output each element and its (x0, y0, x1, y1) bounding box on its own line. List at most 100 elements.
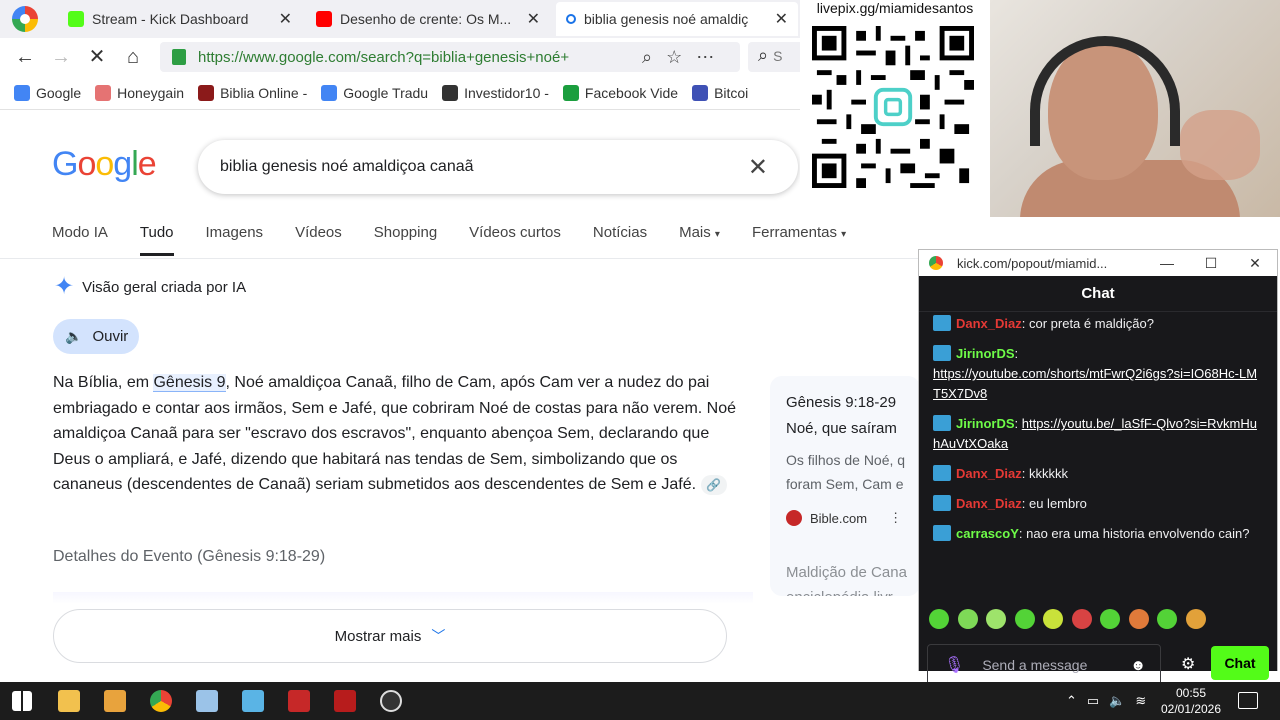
tab-tudo[interactable]: Tudo (139, 224, 174, 256)
emoji-icon[interactable]: ☻ (1130, 657, 1146, 674)
close-icon[interactable]: ✕ (527, 9, 540, 29)
wifi-icon[interactable]: ≋ (1135, 693, 1146, 709)
emote-icon[interactable] (1185, 609, 1206, 629)
chrome-icon[interactable] (150, 690, 172, 712)
tab-kick-dashboard[interactable]: Stream - Kick Dashboard ✕ (58, 2, 302, 36)
show-more-label: Mostrar mais (334, 627, 422, 645)
clear-search-icon[interactable]: ✕ (748, 153, 768, 182)
tab-google-search[interactable]: biblia genesis noé amaldiç ✕ (556, 2, 798, 36)
more-vert-icon[interactable]: ⋮ (889, 510, 902, 526)
app-icon[interactable] (196, 690, 218, 712)
maximize-icon[interactable]: ☐ (1189, 255, 1233, 272)
media-player-icon[interactable] (104, 690, 126, 712)
tab-noticias[interactable]: Notícias (593, 224, 647, 256)
forward-icon[interactable]: → (48, 44, 74, 70)
windows-start-icon[interactable] (12, 691, 32, 711)
volume-icon[interactable]: 🔈 (1109, 693, 1125, 709)
notepad-icon[interactable] (242, 690, 264, 712)
chat-window-titlebar[interactable]: kick.com/popout/miamid... — ☐ ✕ (919, 250, 1277, 276)
chat-link[interactable]: https://youtube.com/shorts/mtFwrQ2i6gs?s… (933, 366, 1257, 401)
chat-username[interactable]: carrascoY (956, 526, 1019, 541)
emote-icon[interactable] (929, 609, 949, 629)
tab-videos-curtos[interactable]: Vídeos curtos (469, 224, 561, 256)
url-text[interactable]: https://www.google.com/search?q=biblia+g… (198, 49, 628, 66)
bookmark-biblia-online[interactable]: Biblia Online - (198, 84, 307, 101)
chat-username[interactable]: JirinorDS (956, 416, 1015, 431)
chat-username[interactable]: Danx_Diaz (956, 496, 1022, 511)
more-options-icon[interactable]: ⋯ (696, 47, 714, 68)
chat-text: eu lembro (1028, 496, 1087, 511)
tab-videos[interactable]: Vídeos (295, 224, 342, 256)
google-logo[interactable]: Google (52, 145, 157, 184)
source-attribution[interactable]: Bible.com ⋮ (786, 510, 904, 526)
chat-input[interactable]: 🎙 Send a message ☻ (927, 644, 1161, 686)
chevron-up-icon[interactable]: ⌃ (1066, 693, 1077, 709)
speaker-icon: 🔈 (65, 328, 83, 344)
emote-icon[interactable] (1128, 609, 1149, 629)
bookmark-facebook-video[interactable]: Facebook Vide (562, 84, 678, 101)
listen-button[interactable]: 🔈 Ouvir (53, 319, 139, 354)
emote-icon[interactable] (1157, 609, 1177, 629)
chat-message: Danx_Diaz: cor preta é maldição? (933, 314, 1263, 334)
clock-time: 00:55 (1175, 686, 1207, 700)
source-card-title[interactable]: Gênesis 9:18-29 (786, 390, 904, 416)
stop-loading-icon[interactable]: ✕ (84, 44, 110, 70)
honeygain-icon (95, 84, 112, 101)
search-box-mini[interactable]: ⌕ S (748, 42, 808, 72)
close-icon[interactable]: ✕ (279, 9, 292, 29)
emote-icon[interactable] (1100, 609, 1120, 629)
next-source-title[interactable]: Maldição de Cana (786, 560, 907, 585)
chat-input-placeholder[interactable]: Send a message (982, 657, 1130, 673)
chat-popout-window[interactable]: kick.com/popout/miamid... — ☐ ✕ Chat Dan… (918, 249, 1278, 686)
show-more-button[interactable]: Mostrar mais ﹀ (53, 609, 727, 663)
bookmark-google[interactable]: Google (14, 84, 81, 101)
emote-icon[interactable] (1043, 609, 1063, 629)
calculator-icon[interactable] (288, 690, 310, 712)
chat-username[interactable]: JirinorDS (956, 346, 1015, 361)
send-chat-button[interactable]: Chat (1211, 646, 1269, 680)
ai-text-part: Na Bíblia, em (53, 374, 154, 391)
close-icon[interactable]: ✕ (775, 9, 788, 29)
zoom-icon[interactable]: ⌕ (642, 47, 652, 68)
obs-icon[interactable] (380, 690, 402, 712)
bookmark-honeygain[interactable]: Honeygain (95, 84, 184, 101)
back-icon[interactable]: ← (12, 44, 38, 70)
emote-icon[interactable] (1014, 609, 1035, 629)
microphone-icon[interactable]: 🎙 (944, 655, 964, 675)
search-query[interactable]: biblia genesis noé amaldiçoa canaã (220, 158, 748, 176)
chat-username[interactable]: Danx_Diaz (956, 316, 1022, 331)
home-icon[interactable]: ⌂ (120, 44, 146, 70)
tab-imagens[interactable]: Imagens (206, 224, 264, 256)
browser-logo-icon (929, 256, 943, 270)
bookmark-google-tradutor[interactable]: Google Tradu (321, 84, 428, 101)
tab-shopping[interactable]: Shopping (374, 224, 437, 256)
gear-icon[interactable]: ⚙ (1181, 654, 1195, 674)
file-explorer-icon[interactable] (58, 690, 80, 712)
notifications-icon[interactable] (1238, 692, 1258, 709)
bookmark-investidor10[interactable]: Investidor10 - (442, 84, 549, 101)
emote-icon[interactable] (1071, 609, 1092, 629)
tab-youtube[interactable]: Desenho de crente: Os M... ✕ (306, 2, 550, 36)
emote-icon[interactable] (957, 609, 978, 629)
minimize-icon[interactable]: — (1145, 255, 1189, 271)
tab-ferramentas[interactable]: Ferramentas ▾ (752, 224, 846, 256)
chat-username[interactable]: Danx_Diaz (956, 466, 1022, 481)
chat-text: nao era uma historia envolvendo cain? (1026, 526, 1250, 541)
source-card-title[interactable]: Noé, que saíram (786, 416, 904, 442)
close-icon[interactable]: ✕ (1233, 255, 1277, 272)
next-source-title[interactable]: enciclopédia livr (786, 585, 904, 596)
ai-text-highlight[interactable]: Gênesis 9 (153, 374, 226, 392)
emote-icon[interactable] (986, 609, 1006, 629)
ai-overview-heading: ✦ Visão geral criada por IA (54, 275, 246, 299)
search-input[interactable]: biblia genesis noé amaldiçoa canaã ✕ (198, 140, 798, 194)
url-bar[interactable]: https://www.google.com/search?q=biblia+g… (160, 42, 740, 72)
flash-icon[interactable] (334, 690, 356, 712)
bookmark-star-icon[interactable]: ☆ (666, 47, 682, 68)
source-card[interactable]: Gênesis 9:18-29 Noé, que saíram Os filho… (770, 376, 920, 596)
battery-icon[interactable]: ▭ (1087, 693, 1099, 709)
bookmark-bitcoin[interactable]: Bitcoi (692, 84, 748, 101)
link-icon[interactable]: 🔗 (700, 475, 727, 495)
tab-modo-ia[interactable]: Modo IA (52, 224, 108, 256)
tab-mais[interactable]: Mais ▾ (679, 224, 720, 256)
clock[interactable]: 00:55 02/01/2026 (1156, 685, 1226, 717)
